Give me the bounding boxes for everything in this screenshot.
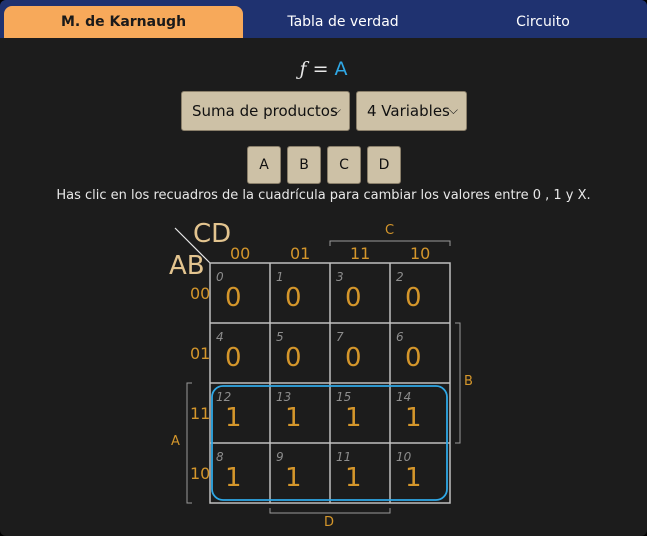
var-button-c[interactable]: C [327, 146, 361, 184]
column-header: 01 [290, 244, 311, 263]
kmap-cell[interactable]: 11 1 [330, 443, 390, 503]
kmap-cell[interactable]: 14 1 [390, 383, 450, 443]
group-label-b: B [464, 374, 473, 389]
cell-index: 13 [276, 390, 292, 404]
cell-index: 15 [336, 390, 352, 404]
kmap-cell[interactable]: 81 [210, 443, 270, 503]
cell-value: 1 [225, 463, 242, 493]
cell-value: 0 [285, 343, 302, 373]
kmap-cell[interactable]: 12 1 [210, 383, 270, 443]
tab-truth-table[interactable]: Tabla de verdad [243, 6, 443, 38]
cell-value: 1 [345, 403, 362, 433]
karnaugh-map: CD AB 00 01 11 10 00 01 11 10 C B A D 00… [0, 0, 647, 536]
cell-index: 4 [216, 330, 224, 344]
cell-index: 12 [216, 390, 232, 404]
cell-value: 0 [345, 343, 362, 373]
row-variables-label: AB [169, 251, 205, 281]
group-label-d: D [324, 515, 335, 530]
group-label-a: A [171, 434, 180, 449]
cell-value: 1 [345, 463, 362, 493]
kmap-cell[interactable]: 15 1 [330, 383, 390, 443]
chevron-down-icon: ⌵ [448, 103, 458, 117]
cell-value: 0 [225, 343, 242, 373]
kmap-cell[interactable]: 10 1 [390, 443, 450, 503]
column-header: 11 [350, 244, 371, 263]
cell-index: 14 [396, 390, 412, 404]
cell-index: 10 [396, 450, 412, 464]
instructions-text: Has clic en los recuadros de la cuadrícu… [56, 188, 591, 203]
cell-index: 7 [336, 330, 344, 344]
cell-index: 6 [396, 330, 404, 344]
cell-value: 0 [285, 283, 302, 313]
kmap-cell[interactable]: 91 [270, 443, 330, 503]
cell-index: 2 [396, 270, 404, 284]
variables-select-value: 4 Variables [367, 102, 450, 120]
row-header: 00 [190, 284, 211, 303]
kmap-cell[interactable]: 70 [330, 323, 390, 383]
cell-value: 0 [345, 283, 362, 313]
kmap-cell[interactable]: 13 1 [270, 383, 330, 443]
cell-value: 0 [405, 283, 422, 313]
cell-value: 1 [405, 403, 422, 433]
kmap-cell[interactable]: 10 [270, 263, 330, 323]
corner-diagonal [174, 227, 211, 264]
row-header: 10 [190, 464, 211, 483]
cell-value: 0 [225, 283, 242, 313]
function-symbol: ƒ [299, 58, 307, 80]
kmap-cell[interactable]: 00 [210, 263, 270, 323]
row-header: 01 [190, 344, 211, 363]
kmap-cell[interactable]: 40 [210, 323, 270, 383]
cell-index: 8 [216, 450, 224, 464]
cell-index: 3 [336, 270, 344, 284]
var-button-a[interactable]: A [247, 146, 281, 184]
tab-karnaugh[interactable]: M. de Karnaugh [4, 6, 243, 38]
cell-value: 1 [285, 463, 302, 493]
cell-value: 1 [405, 463, 422, 493]
variables-select[interactable]: 4 Variables ⌵ [356, 91, 467, 131]
cell-index: 11 [336, 450, 352, 464]
cell-index: 5 [276, 330, 284, 344]
kmap-cell[interactable]: 50 [270, 323, 330, 383]
app-window: M. de Karnaugh Tabla de verdad Circuito … [0, 0, 647, 536]
cell-value: 1 [285, 403, 302, 433]
tab-circuit[interactable]: Circuito [443, 6, 643, 38]
kmap-cell[interactable]: 30 [330, 263, 390, 323]
cell-value: 1 [225, 403, 242, 433]
function-result: A [334, 58, 348, 80]
form-select-value: Suma de productos [192, 102, 338, 120]
var-button-b[interactable]: B [287, 146, 321, 184]
kmap-cell[interactable]: 20 [390, 263, 450, 323]
function-expression: ƒ = A [0, 58, 647, 80]
var-button-d[interactable]: D [367, 146, 401, 184]
kmap-cell[interactable]: 60 [390, 323, 450, 383]
group-label-c: C [385, 223, 395, 238]
tab-bar: M. de Karnaugh Tabla de verdad Circuito [0, 0, 647, 38]
cell-index: 0 [216, 270, 224, 284]
equals-sign: = [312, 58, 329, 80]
column-header: 00 [230, 244, 251, 263]
cell-value: 0 [405, 343, 422, 373]
column-variables-label: CD [193, 219, 232, 249]
cell-index: 9 [276, 450, 284, 464]
chevron-down-icon: ⌵ [331, 103, 341, 117]
form-select[interactable]: Suma de productos ⌵ [181, 91, 350, 131]
cell-index: 1 [276, 270, 284, 284]
row-header: 11 [190, 404, 211, 423]
column-header: 10 [410, 244, 431, 263]
